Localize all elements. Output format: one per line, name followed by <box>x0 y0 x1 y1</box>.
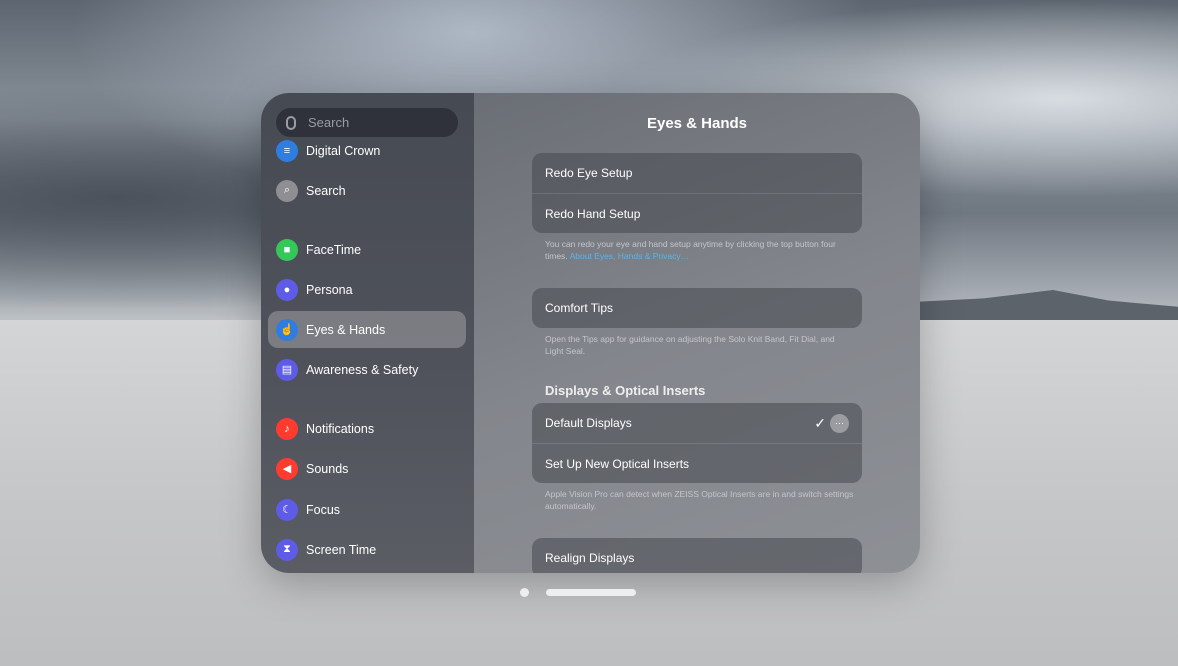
redo-eye-setup-button[interactable]: Redo Eye Setup <box>532 153 862 193</box>
sidebar-item-label: Persona <box>306 282 353 297</box>
bell-icon: ♪ <box>276 417 298 440</box>
sidebar-item-label: Sounds <box>306 461 349 476</box>
sidebar-item-label: Notifications <box>306 421 375 436</box>
sidebar-item-label: Digital Crown <box>306 143 381 158</box>
settings-window: Search ≡ Digital Crown ⌕ Search ■ FaceTime ● Pe… <box>261 93 920 573</box>
digital-crown-icon: ≡ <box>276 139 298 162</box>
hourglass-icon: ⧗ <box>276 538 298 561</box>
more-button[interactable]: ··· <box>830 413 849 433</box>
about-privacy-link[interactable]: About Eyes, Hands & Privacy… <box>570 251 690 261</box>
sidebar-item-label: Awareness & Safety <box>306 362 419 377</box>
comfort-group: Comfort Tips <box>532 288 862 328</box>
default-displays-row[interactable]: Default Displays ✓ ··· <box>532 403 862 443</box>
sidebar-item-persona[interactable]: ● Persona <box>268 271 466 308</box>
main-pane: Eyes & Hands Redo Eye Setup Redo Hand Se… <box>474 93 920 573</box>
setup-group: Redo Eye Setup Redo Hand Setup <box>532 153 862 233</box>
sidebar-item-label: Search <box>306 183 346 198</box>
sidebar-item-focus[interactable]: ☾ Focus <box>268 491 466 528</box>
sidebar-item-sounds[interactable]: ◀ Sounds <box>268 450 466 487</box>
search-icon: ⌕ <box>276 179 298 202</box>
redo-hand-setup-button[interactable]: Redo Hand Setup <box>532 193 862 233</box>
sidebar-item-screen-time[interactable]: ⧗ Screen Time <box>268 531 466 568</box>
hand-icon: ☝ <box>276 318 298 341</box>
moon-icon: ☾ <box>276 498 298 521</box>
sidebar-item-label: Focus <box>306 502 341 517</box>
comfort-tips-button[interactable]: Comfort Tips <box>532 288 862 328</box>
sidebar-item-label: FaceTime <box>306 242 362 257</box>
sidebar-item-facetime[interactable]: ■ FaceTime <box>268 231 466 268</box>
window-close-dot[interactable] <box>520 588 529 597</box>
sidebar-item-notifications[interactable]: ♪ Notifications <box>268 410 466 447</box>
realign-displays-button[interactable]: Realign Displays <box>532 538 862 573</box>
sidebar: Search ≡ Digital Crown ⌕ Search ■ FaceTime ● Pe… <box>261 93 474 573</box>
sidebar-item-label: Screen Time <box>306 542 377 557</box>
persona-icon: ● <box>276 278 298 301</box>
sidebar-item-eyes-hands[interactable]: ☝ Eyes & Hands <box>268 311 466 348</box>
setup-footer: You can redo your eye and hand setup any… <box>545 239 836 261</box>
awareness-icon: ▤ <box>276 358 298 381</box>
realign-group: Realign Displays <box>532 538 862 573</box>
displays-header: Displays & Optical Inserts <box>545 383 706 398</box>
checkmark-icon: ✓ <box>814 414 826 431</box>
sidebar-item-search[interactable]: ⌕ Search <box>268 172 466 209</box>
facetime-icon: ■ <box>276 238 298 261</box>
search-placeholder: Search <box>308 115 350 130</box>
set-up-optical-inserts-button[interactable]: Set Up New Optical Inserts <box>532 443 862 483</box>
displays-group: Default Displays ✓ ··· Set Up New Optical … <box>532 403 862 483</box>
page-title: Eyes & Hands <box>646 115 748 132</box>
sidebar-item-awareness-safety[interactable]: ▤ Awareness & Safety <box>268 351 466 388</box>
displays-footer: Apple Vision Pro can detect when ZEISS O… <box>545 489 854 511</box>
sidebar-item-label: Eyes & Hands <box>306 322 386 337</box>
sidebar-item-digital-crown[interactable]: ≡ Digital Crown <box>268 132 466 169</box>
speaker-icon: ◀ <box>276 457 298 480</box>
comfort-footer: Open the Tips app for guidance on adjust… <box>545 334 835 356</box>
window-grabber-bar[interactable] <box>546 589 636 596</box>
microphone-icon[interactable] <box>286 115 296 130</box>
